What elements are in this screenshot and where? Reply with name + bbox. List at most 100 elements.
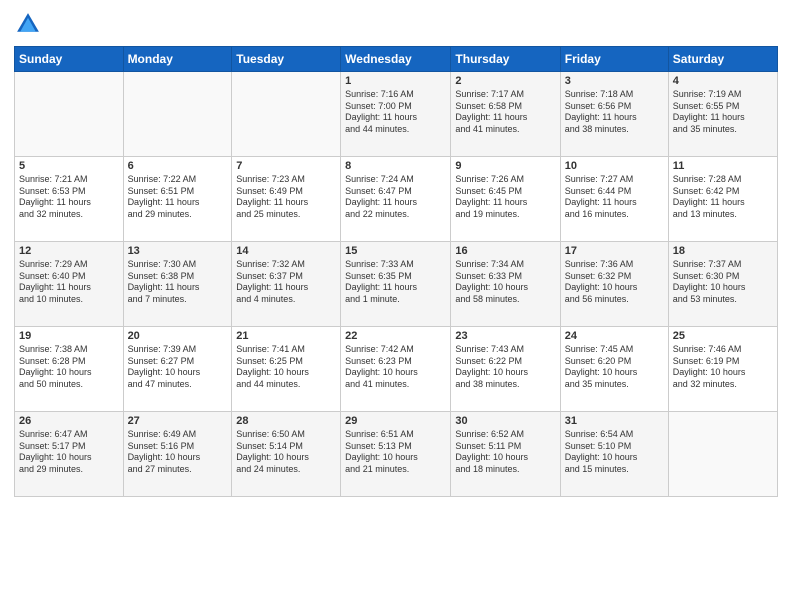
day-number: 15 [345,245,446,257]
day-number: 24 [565,330,664,342]
day-cell-28: 28 Sunrise: 6:50 AM Sunset: 5:14 PM Dayli… [232,412,341,497]
day-cell-25: 25 Sunrise: 7:46 AM Sunset: 6:19 PM Dayli… [668,327,777,412]
day-cell-23: 23 Sunrise: 7:43 AM Sunset: 6:22 PM Dayli… [451,327,560,412]
day-cell-9: 9Sunrise: 7:26 AM Sunset: 6:45 PM Daylig… [451,157,560,242]
day-number: 29 [345,415,446,427]
day-info: Sunrise: 7:43 AM Sunset: 6:22 PM Dayligh… [455,344,528,389]
weekday-header-wednesday: Wednesday [341,47,451,72]
day-info: Sunrise: 6:47 AM Sunset: 5:17 PM Dayligh… [19,429,92,474]
day-number: 8 [345,160,446,172]
day-info: Sunrise: 7:22 AM Sunset: 6:51 PM Dayligh… [128,174,200,219]
day-number: 9 [455,160,555,172]
day-number: 23 [455,330,555,342]
day-cell-31: 31Sunrise: 6:54 AM Sunset: 5:10 PM Dayli… [560,412,668,497]
calendar-table: SundayMondayTuesdayWednesdayThursdayFrid… [14,46,778,497]
day-cell-12: 12 Sunrise: 7:29 AM Sunset: 6:40 PM Dayli… [15,242,124,327]
day-info: Sunrise: 7:23 AM Sunset: 6:49 PM Dayligh… [236,174,308,219]
day-number: 31 [565,415,664,427]
day-number: 19 [19,330,119,342]
day-cell-17: 17 Sunrise: 7:36 AM Sunset: 6:32 PM Dayli… [560,242,668,327]
empty-cell [668,412,777,497]
day-info: Sunrise: 7:36 AM Sunset: 6:32 PM Dayligh… [565,259,638,304]
day-number: 30 [455,415,555,427]
day-cell-2: 2 Sunrise: 7:17 AM Sunset: 6:58 PM Daylig… [451,72,560,157]
week-row-1: 1 Sunrise: 7:16 AM Sunset: 7:00 PM Daylig… [15,72,778,157]
day-cell-21: 21 Sunrise: 7:41 AM Sunset: 6:25 PM Dayli… [232,327,341,412]
weekday-header-friday: Friday [560,47,668,72]
day-info: Sunrise: 7:16 AM Sunset: 7:00 PM Dayligh… [345,89,417,134]
day-info: Sunrise: 6:49 AM Sunset: 5:16 PM Dayligh… [128,429,201,474]
day-number: 16 [455,245,555,257]
day-number: 5 [19,160,119,172]
day-cell-20: 20 Sunrise: 7:39 AM Sunset: 6:27 PM Dayli… [123,327,232,412]
day-number: 1 [345,75,446,87]
day-info: Sunrise: 7:34 AM Sunset: 6:33 PM Dayligh… [455,259,528,304]
week-row-5: 26 Sunrise: 6:47 AM Sunset: 5:17 PM Dayli… [15,412,778,497]
empty-cell [232,72,341,157]
day-cell-5: 5Sunrise: 7:21 AM Sunset: 6:53 PM Daylig… [15,157,124,242]
day-info: Sunrise: 7:24 AM Sunset: 6:47 PM Dayligh… [345,174,417,219]
day-cell-10: 10Sunrise: 7:27 AM Sunset: 6:44 PM Dayli… [560,157,668,242]
day-cell-14: 14 Sunrise: 7:32 AM Sunset: 6:37 PM Dayli… [232,242,341,327]
day-cell-19: 19Sunrise: 7:38 AM Sunset: 6:28 PM Dayli… [15,327,124,412]
weekday-header-sunday: Sunday [15,47,124,72]
day-number: 3 [565,75,664,87]
day-info: Sunrise: 7:28 AM Sunset: 6:42 PM Dayligh… [673,174,745,219]
day-number: 17 [565,245,664,257]
day-info: Sunrise: 7:30 AM Sunset: 6:38 PM Dayligh… [128,259,200,304]
day-info: Sunrise: 7:29 AM Sunset: 6:40 PM Dayligh… [19,259,91,304]
day-cell-7: 7 Sunrise: 7:23 AM Sunset: 6:49 PM Daylig… [232,157,341,242]
day-info: Sunrise: 7:45 AM Sunset: 6:20 PM Dayligh… [565,344,638,389]
day-info: Sunrise: 7:37 AM Sunset: 6:30 PM Dayligh… [673,259,746,304]
day-info: Sunrise: 7:32 AM Sunset: 6:37 PM Dayligh… [236,259,308,304]
header [14,10,778,38]
day-info: Sunrise: 7:27 AM Sunset: 6:44 PM Dayligh… [565,174,637,219]
week-row-2: 5Sunrise: 7:21 AM Sunset: 6:53 PM Daylig… [15,157,778,242]
day-cell-11: 11 Sunrise: 7:28 AM Sunset: 6:42 PM Dayli… [668,157,777,242]
weekday-header-row: SundayMondayTuesdayWednesdayThursdayFrid… [15,47,778,72]
day-number: 2 [455,75,555,87]
empty-cell [123,72,232,157]
day-number: 21 [236,330,336,342]
day-info: Sunrise: 7:17 AM Sunset: 6:58 PM Dayligh… [455,89,527,134]
weekday-header-saturday: Saturday [668,47,777,72]
day-number: 6 [128,160,228,172]
day-cell-16: 16 Sunrise: 7:34 AM Sunset: 6:33 PM Dayli… [451,242,560,327]
day-cell-4: 4 Sunrise: 7:19 AM Sunset: 6:55 PM Daylig… [668,72,777,157]
day-info: Sunrise: 6:51 AM Sunset: 5:13 PM Dayligh… [345,429,418,474]
day-cell-27: 27 Sunrise: 6:49 AM Sunset: 5:16 PM Dayli… [123,412,232,497]
day-cell-22: 22Sunrise: 7:42 AM Sunset: 6:23 PM Dayli… [341,327,451,412]
day-number: 25 [673,330,773,342]
day-number: 20 [128,330,228,342]
empty-cell [15,72,124,157]
day-cell-8: 8 Sunrise: 7:24 AM Sunset: 6:47 PM Daylig… [341,157,451,242]
day-info: Sunrise: 7:42 AM Sunset: 6:23 PM Dayligh… [345,344,418,389]
day-cell-30: 30 Sunrise: 6:52 AM Sunset: 5:11 PM Dayli… [451,412,560,497]
week-row-3: 12 Sunrise: 7:29 AM Sunset: 6:40 PM Dayli… [15,242,778,327]
day-number: 27 [128,415,228,427]
day-info: Sunrise: 7:39 AM Sunset: 6:27 PM Dayligh… [128,344,201,389]
day-number: 13 [128,245,228,257]
day-info: Sunrise: 6:50 AM Sunset: 5:14 PM Dayligh… [236,429,309,474]
day-cell-15: 15Sunrise: 7:33 AM Sunset: 6:35 PM Dayli… [341,242,451,327]
day-number: 11 [673,160,773,172]
day-cell-3: 3Sunrise: 7:18 AM Sunset: 6:56 PM Daylig… [560,72,668,157]
day-cell-1: 1 Sunrise: 7:16 AM Sunset: 7:00 PM Daylig… [341,72,451,157]
weekday-header-monday: Monday [123,47,232,72]
logo [14,10,46,38]
day-number: 12 [19,245,119,257]
day-cell-24: 24 Sunrise: 7:45 AM Sunset: 6:20 PM Dayli… [560,327,668,412]
day-info: Sunrise: 7:46 AM Sunset: 6:19 PM Dayligh… [673,344,746,389]
day-cell-26: 26 Sunrise: 6:47 AM Sunset: 5:17 PM Dayli… [15,412,124,497]
day-info: Sunrise: 7:19 AM Sunset: 6:55 PM Dayligh… [673,89,745,134]
day-info: Sunrise: 7:41 AM Sunset: 6:25 PM Dayligh… [236,344,309,389]
day-number: 26 [19,415,119,427]
day-number: 4 [673,75,773,87]
week-row-4: 19Sunrise: 7:38 AM Sunset: 6:28 PM Dayli… [15,327,778,412]
day-cell-13: 13 Sunrise: 7:30 AM Sunset: 6:38 PM Dayli… [123,242,232,327]
day-number: 7 [236,160,336,172]
day-number: 14 [236,245,336,257]
day-info: Sunrise: 6:52 AM Sunset: 5:11 PM Dayligh… [455,429,528,474]
day-number: 28 [236,415,336,427]
page: SundayMondayTuesdayWednesdayThursdayFrid… [0,0,792,612]
